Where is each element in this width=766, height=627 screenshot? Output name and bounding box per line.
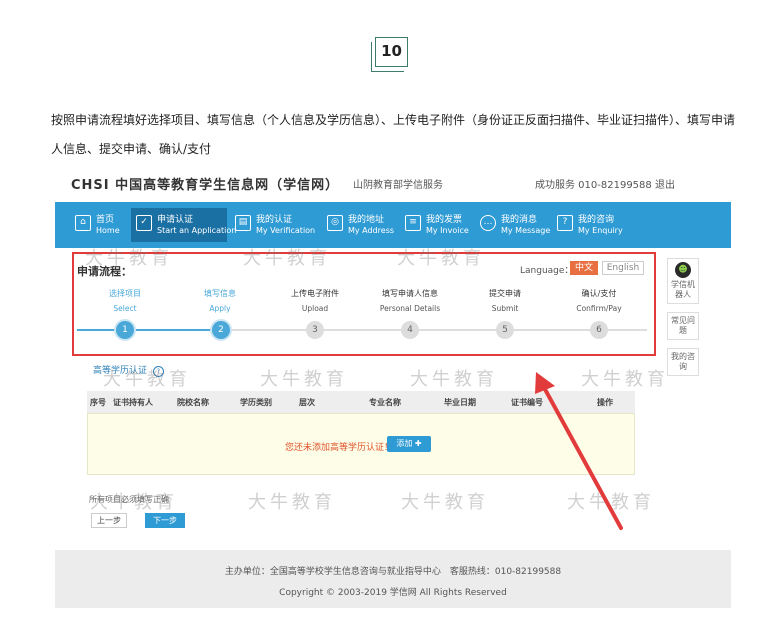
arrow-shaft	[539, 380, 623, 530]
annotation-arrow	[535, 372, 623, 530]
step-number-badge: 10	[371, 37, 408, 72]
embedded-screenshot: CHSI 中国高等教育学生信息网（学信网） 山阴教育部学信服务 成功服务 010…	[55, 172, 731, 608]
intro-text: 按照申请流程填好选择项目、填写信息（个人信息及学历信息）、上传电子附件（身份证正…	[51, 113, 736, 156]
